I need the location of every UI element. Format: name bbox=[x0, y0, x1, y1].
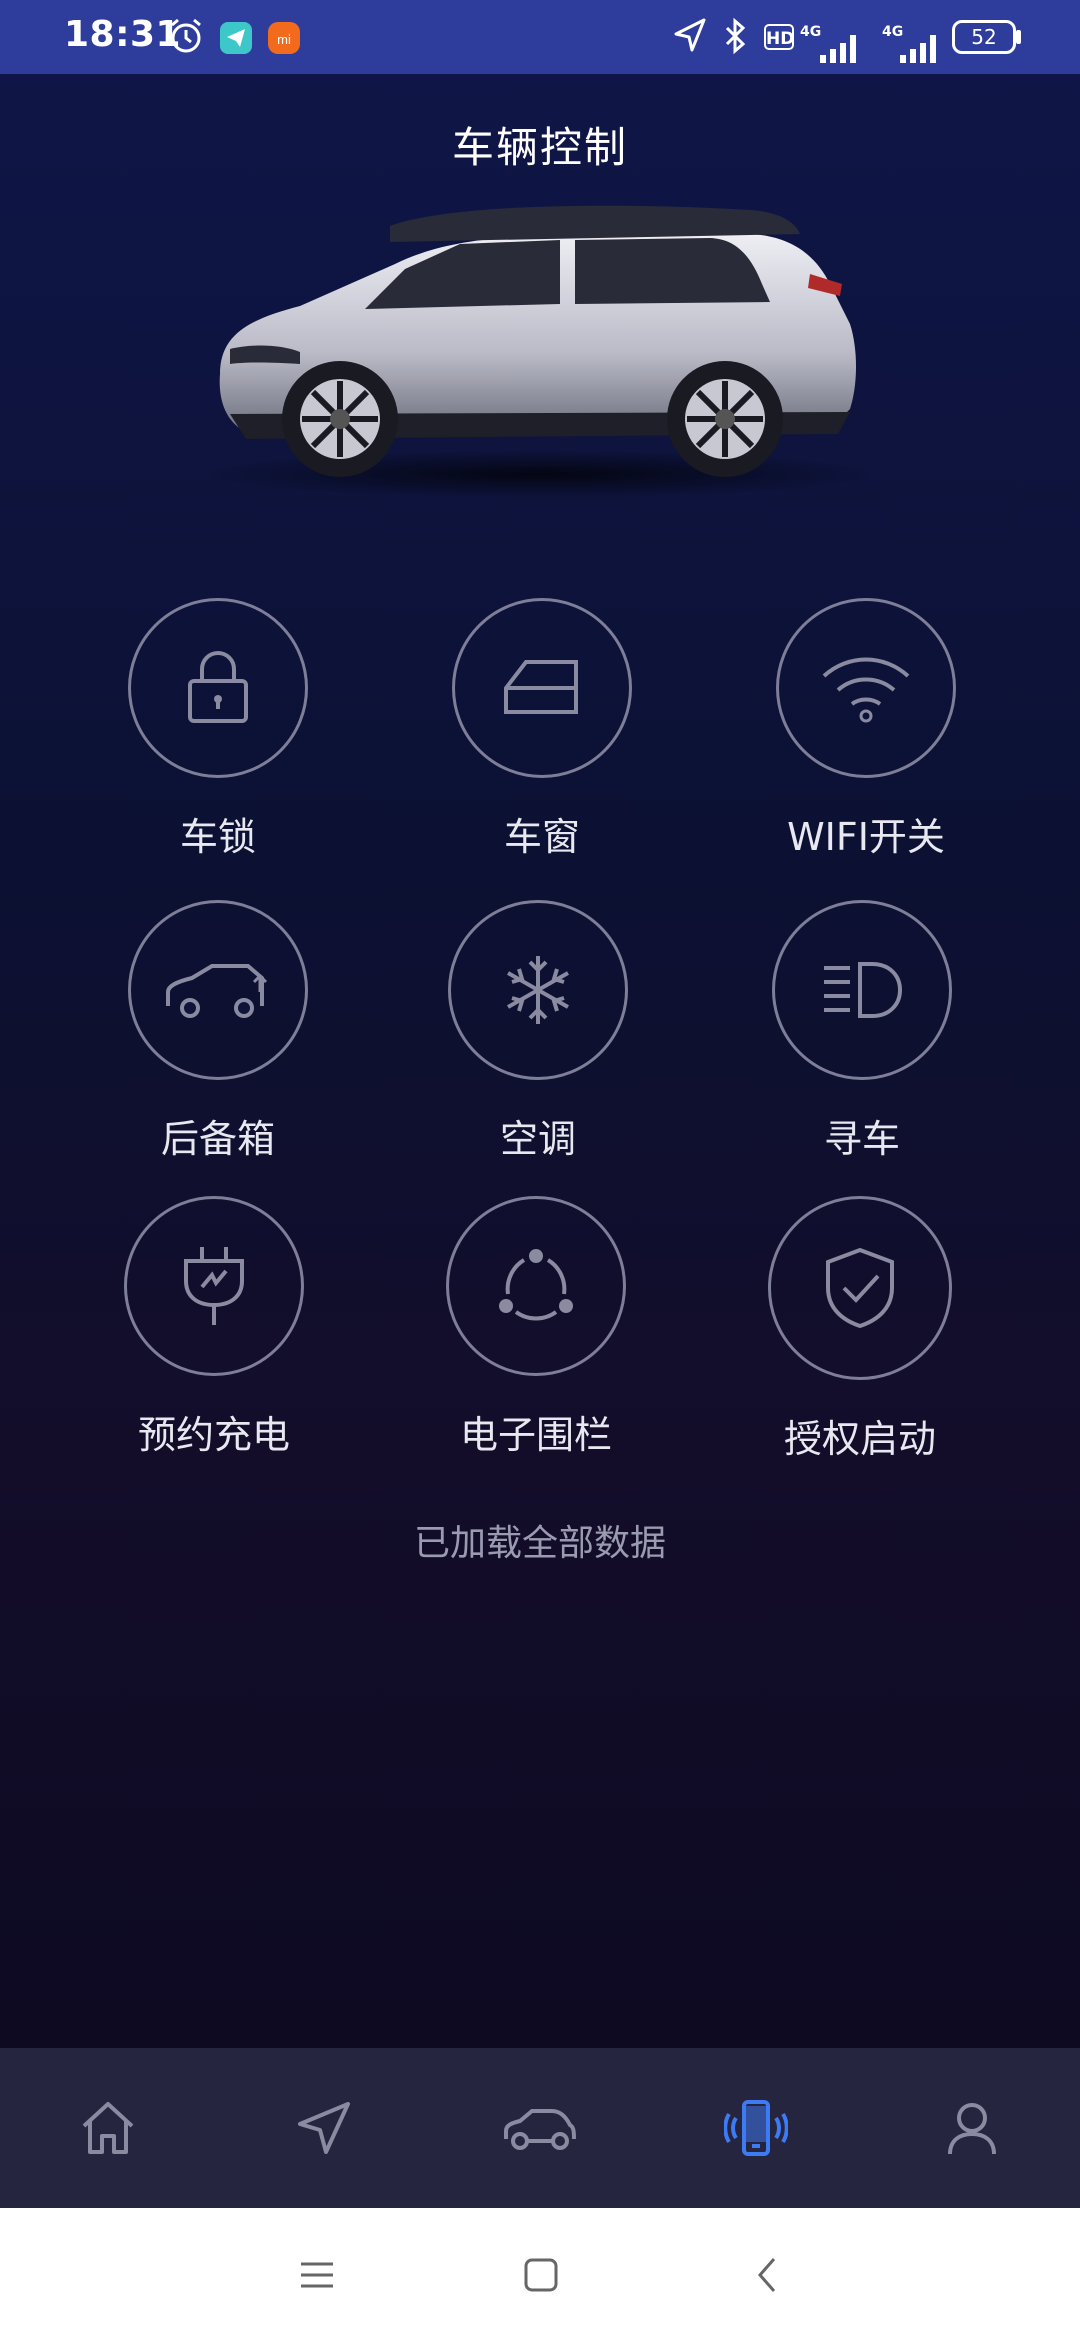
window-icon bbox=[504, 660, 578, 714]
trunk-icon bbox=[166, 964, 268, 1018]
control-ac-label: 空调 bbox=[499, 1117, 576, 1161]
control-find-car-button[interactable] bbox=[772, 900, 952, 1080]
control-find-car-label: 寻车 bbox=[823, 1117, 900, 1161]
snowflake-icon bbox=[507, 956, 569, 1024]
status-bar: 18:31 mi HD 4G 4G 52 bbox=[0, 0, 1080, 74]
tab-navigation[interactable] bbox=[274, 2078, 374, 2178]
rear-wheel bbox=[667, 361, 783, 477]
control-charge-schedule-label: 预约充电 bbox=[137, 1413, 290, 1457]
home-icon bbox=[82, 2102, 134, 2154]
car-image bbox=[200, 205, 880, 498]
shield-check-icon bbox=[826, 1247, 894, 1329]
menu-icon bbox=[301, 2262, 333, 2288]
control-window-label: 车窗 bbox=[503, 815, 580, 859]
back-icon bbox=[758, 2258, 776, 2292]
signal-icon-1 bbox=[820, 35, 856, 63]
control-trunk[interactable]: 后备箱 bbox=[68, 900, 368, 1163]
location-icon bbox=[674, 18, 706, 52]
svg-text:mi: mi bbox=[277, 32, 291, 47]
control-ac[interactable]: 空调 bbox=[388, 900, 688, 1163]
front-wheel bbox=[282, 361, 398, 477]
battery-tip bbox=[1016, 30, 1021, 44]
control-lock-label: 车锁 bbox=[179, 815, 256, 859]
home-square-icon bbox=[524, 2258, 558, 2292]
control-window-button[interactable] bbox=[452, 598, 632, 778]
control-find-car[interactable]: 寻车 bbox=[712, 900, 1012, 1163]
hd-badge: HD bbox=[764, 24, 794, 50]
geofence-icon bbox=[499, 1249, 573, 1321]
page-title: 车辆控制 bbox=[451, 123, 628, 172]
control-authorized-start-label: 授权启动 bbox=[783, 1417, 936, 1461]
alarm-icon bbox=[171, 18, 201, 53]
control-trunk-label: 后备箱 bbox=[160, 1117, 275, 1161]
charging-plug-icon bbox=[184, 1247, 244, 1325]
control-authorized-start[interactable]: 授权启动 bbox=[710, 1196, 1010, 1463]
control-trunk-button[interactable] bbox=[128, 900, 308, 1080]
control-geofence[interactable]: 电子围栏 bbox=[386, 1196, 686, 1459]
phone-vibrate-icon bbox=[724, 2100, 788, 2156]
control-ac-button[interactable] bbox=[448, 900, 628, 1080]
control-window[interactable]: 车窗 bbox=[392, 598, 692, 861]
control-geofence-label: 电子围栏 bbox=[459, 1413, 612, 1457]
control-geofence-button[interactable] bbox=[446, 1196, 626, 1376]
home-button[interactable] bbox=[516, 2250, 566, 2300]
control-charge-schedule-button[interactable] bbox=[124, 1196, 304, 1376]
headlight-icon bbox=[824, 962, 903, 1018]
loaded-all-data-text: 已加载全部数据 bbox=[413, 1523, 666, 1564]
back-button[interactable] bbox=[742, 2250, 792, 2300]
recent-apps-button[interactable] bbox=[292, 2250, 342, 2300]
tab-remote-control[interactable] bbox=[706, 2078, 806, 2178]
tab-home[interactable] bbox=[58, 2078, 158, 2178]
control-lock[interactable]: 车锁 bbox=[68, 598, 368, 861]
vehicle-control-screen: 车辆控制 车锁 车窗 WIFI开关 后备箱 空调 寻车 预约充电 电子围栏 授权… bbox=[0, 74, 1080, 2048]
control-charge-schedule[interactable]: 预约充电 bbox=[64, 1196, 364, 1459]
tab-vehicle[interactable] bbox=[490, 2078, 590, 2178]
control-lock-button[interactable] bbox=[128, 598, 308, 778]
xiaomi-app-icon: mi bbox=[268, 22, 300, 54]
telegram-app-icon bbox=[220, 22, 252, 54]
profile-icon bbox=[948, 2103, 996, 2155]
system-navigation-bar bbox=[0, 2208, 1080, 2340]
control-authorized-start-button[interactable] bbox=[768, 1196, 952, 1380]
lock-icon bbox=[188, 651, 248, 723]
wifi-icon bbox=[822, 657, 910, 723]
control-wifi-label: WIFI开关 bbox=[787, 815, 945, 859]
bluetooth-icon bbox=[725, 17, 746, 55]
battery-indicator: 52 bbox=[952, 20, 1016, 54]
signal-icon-2 bbox=[900, 35, 936, 63]
status-time: 18:31 bbox=[64, 14, 182, 55]
tab-profile[interactable] bbox=[922, 2078, 1022, 2178]
control-wifi[interactable]: WIFI开关 bbox=[716, 598, 1016, 861]
bottom-tab-bar bbox=[0, 2048, 1080, 2208]
navigation-icon bbox=[298, 2102, 350, 2154]
control-wifi-button[interactable] bbox=[776, 598, 956, 778]
car-icon bbox=[504, 2109, 576, 2150]
